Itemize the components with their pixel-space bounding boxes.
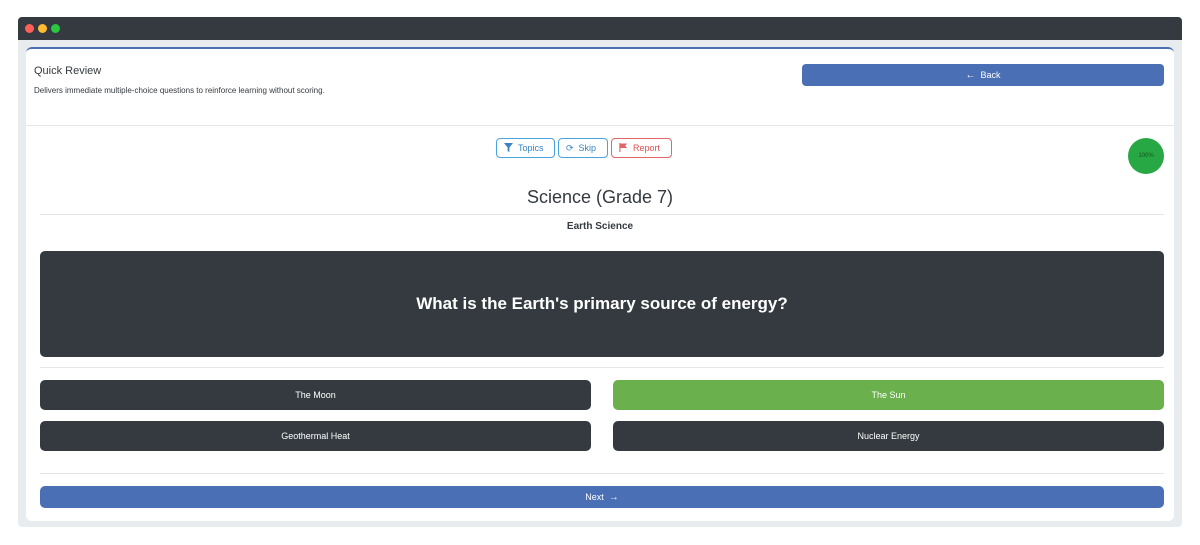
answer-option-label: The Moon bbox=[295, 390, 336, 400]
answer-option-1[interactable]: The Moon bbox=[40, 380, 591, 410]
page-title: Quick Review bbox=[34, 65, 102, 77]
arrow-right-icon: → bbox=[608, 491, 619, 503]
answer-option-label: The Sun bbox=[871, 390, 906, 400]
report-button-label: Report bbox=[633, 143, 661, 153]
refresh-icon: ⟳ bbox=[566, 142, 574, 153]
answer-option-2[interactable]: The Sun bbox=[613, 380, 1164, 410]
flag-icon bbox=[619, 142, 628, 154]
topics-button[interactable]: Topics bbox=[496, 138, 555, 158]
question-text: What is the Earth's primary source of en… bbox=[416, 294, 788, 313]
answer-option-label: Geothermal Heat bbox=[281, 431, 350, 441]
arrow-left-icon: ← bbox=[965, 69, 976, 81]
divider bbox=[40, 214, 1164, 215]
quick-review-card: Quick Review Delivers immediate multiple… bbox=[26, 47, 1174, 521]
minimize-window-icon[interactable] bbox=[38, 24, 47, 33]
back-button-label: Back bbox=[980, 70, 1001, 80]
next-button-label: Next bbox=[585, 492, 604, 502]
skip-button[interactable]: ⟳ Skip bbox=[558, 138, 608, 158]
topic-label: Earth Science bbox=[566, 221, 634, 232]
next-button[interactable]: Next → bbox=[40, 486, 1164, 508]
browser-window: Quick Review Delivers immediate multiple… bbox=[18, 17, 1182, 527]
report-button[interactable]: Report bbox=[611, 138, 672, 158]
maximize-window-icon[interactable] bbox=[51, 24, 60, 33]
answer-option-3[interactable]: Geothermal Heat bbox=[40, 421, 591, 451]
answer-option-4[interactable]: Nuclear Energy bbox=[613, 421, 1164, 451]
divider bbox=[40, 473, 1164, 474]
card-header: Quick Review Delivers immediate multiple… bbox=[26, 49, 1174, 126]
page-description: Delivers immediate multiple-choice quest… bbox=[34, 86, 325, 95]
subject-title: Science (Grade 7) bbox=[526, 187, 674, 207]
topics-button-label: Topics bbox=[518, 143, 544, 153]
progress-badge: 100% bbox=[1128, 138, 1164, 174]
back-button[interactable]: ← Back bbox=[802, 64, 1164, 86]
quiz-toolbar: Topics ⟳ Skip Report bbox=[496, 138, 672, 158]
close-window-icon[interactable] bbox=[25, 24, 34, 33]
divider bbox=[40, 367, 1164, 368]
filter-icon bbox=[504, 142, 513, 154]
skip-button-label: Skip bbox=[578, 143, 597, 153]
question-box: What is the Earth's primary source of en… bbox=[40, 251, 1164, 357]
window-titlebar bbox=[18, 17, 1182, 40]
answer-option-label: Nuclear Energy bbox=[857, 431, 920, 441]
